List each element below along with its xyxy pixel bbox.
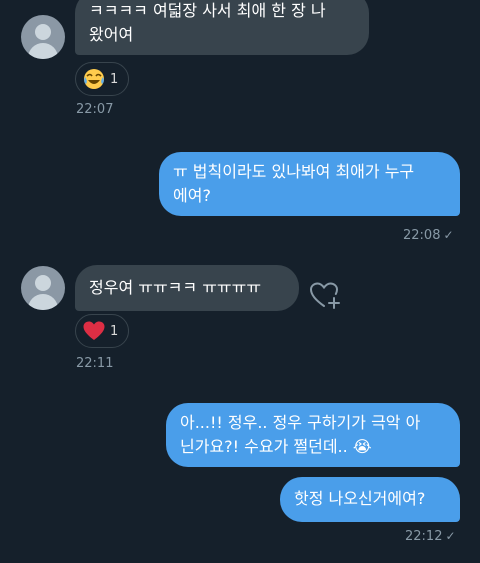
joy-face-icon [84, 69, 104, 89]
reaction-count: 1 [110, 323, 119, 339]
avatar-head [35, 275, 51, 291]
reaction-chip-joy[interactable]: 1 [75, 62, 130, 96]
avatar-head [35, 24, 51, 40]
reaction-count: 1 [110, 71, 119, 87]
check-icon: ✓ [443, 228, 454, 242]
add-reaction-icon[interactable] [309, 280, 341, 312]
timestamp-text: 22:07 [76, 102, 114, 117]
message-bubble-incoming[interactable]: 정우여 ㅠㅠㅋㅋ ㅠㅠㅠㅠ [75, 265, 299, 311]
message-bubble-incoming[interactable]: ㅋㅋㅋㅋ 여덟장 사서 최애 한 장 나 왔어여 [75, 0, 369, 55]
sender-avatar[interactable] [21, 15, 65, 59]
message-timestamp: 22:08 ✓ [403, 228, 454, 243]
message-timestamp: 22:07 [76, 102, 113, 117]
timestamp-text: 22:12 [405, 529, 443, 544]
check-icon: ✓ [445, 529, 456, 543]
sender-avatar[interactable] [21, 266, 65, 310]
message-timestamp: 22:12 ✓ [405, 529, 456, 544]
avatar-body [28, 294, 58, 310]
message-bubble-outgoing[interactable]: ㅠ 법칙이라도 있나봐여 최애가 누구 에여? [159, 152, 460, 216]
message-timestamp: 22:11 [76, 356, 113, 371]
timestamp-text: 22:11 [76, 356, 114, 371]
timestamp-text: 22:08 [403, 228, 441, 243]
reaction-chip-heart[interactable]: 1 [75, 314, 130, 348]
message-bubble-outgoing[interactable]: 핫정 나오신거에여? [280, 477, 460, 522]
red-heart-icon [83, 321, 105, 340]
message-bubble-outgoing[interactable]: 아...!! 정우.. 정우 구하기가 극악 아 닌가요?! 수요가 쩔던데..… [166, 403, 460, 467]
avatar-body [28, 43, 58, 59]
